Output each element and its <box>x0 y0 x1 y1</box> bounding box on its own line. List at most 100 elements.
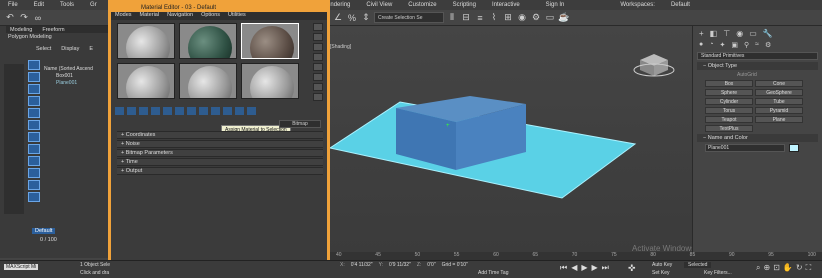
name-color-rollout[interactable]: − Name and Color <box>697 134 818 142</box>
backlight-icon[interactable] <box>313 33 323 41</box>
display-frozen-icon[interactable] <box>28 180 40 190</box>
transform-gizmo-icon[interactable]: + <box>446 123 450 129</box>
display-spacewarps-icon[interactable] <box>28 120 40 130</box>
display-xrefs-icon[interactable] <box>28 144 40 154</box>
systems-icon[interactable]: ⚙ <box>765 41 771 49</box>
display-hidden-icon[interactable] <box>28 192 40 202</box>
scene-display-menu[interactable]: Display <box>61 46 79 52</box>
percent-snap-icon[interactable]: % <box>346 12 358 24</box>
box-button[interactable]: Box <box>705 80 753 87</box>
display-bones-icon[interactable] <box>28 156 40 166</box>
selection-set-dropdown[interactable]: Create Selection Se <box>374 12 444 23</box>
material-slot[interactable] <box>179 23 237 59</box>
scene-edit-menu[interactable]: E <box>89 46 93 52</box>
render-setup-icon[interactable]: ⚙ <box>530 12 542 24</box>
display-containers-icon[interactable] <box>28 168 40 178</box>
map-type-button[interactable]: Bitmap <box>279 120 321 128</box>
display-shapes-icon[interactable] <box>28 72 40 82</box>
motion-tab-icon[interactable]: ◉ <box>736 29 743 38</box>
modify-tab-icon[interactable]: ◧ <box>710 29 718 38</box>
undo-icon[interactable]: ↶ <box>4 12 16 24</box>
perspective-viewport[interactable]: + <box>328 26 692 252</box>
go-to-start-icon[interactable]: ⏮ <box>560 263 567 273</box>
rollout-output[interactable]: + Output <box>117 167 323 175</box>
viewcube-icon[interactable] <box>633 54 675 77</box>
rollout-coordinates[interactable]: + Coordinates <box>117 131 323 139</box>
display-tab-icon[interactable]: ▭ <box>749 29 757 38</box>
object-type-rollout[interactable]: − Object Type <box>697 62 818 70</box>
go-forward-sibling-icon[interactable] <box>247 107 256 115</box>
show-shaded-icon[interactable] <box>211 107 220 115</box>
coord-z[interactable]: 0'0" <box>427 262 435 268</box>
rollout-noise[interactable]: + Noise <box>117 140 323 148</box>
render-icon[interactable]: ☕ <box>558 12 570 24</box>
list-item-box001[interactable]: Box001 <box>56 73 73 79</box>
menu-navigation[interactable]: Navigation <box>167 12 193 20</box>
key-mode-icon[interactable]: ✜ <box>628 263 636 274</box>
menu-edit[interactable]: Edit <box>26 2 52 8</box>
spinner-snap-icon[interactable]: ⇕ <box>360 12 372 24</box>
material-slot[interactable] <box>117 23 175 59</box>
frame-counter[interactable]: 0 / 100 <box>40 237 57 243</box>
options-icon[interactable] <box>313 83 323 91</box>
cylinder-button[interactable]: Cylinder <box>705 98 753 105</box>
zoom-icon[interactable]: ⌕ <box>756 263 760 273</box>
display-lights-icon[interactable] <box>28 84 40 94</box>
assign-material-icon[interactable] <box>139 107 148 115</box>
torus-button[interactable]: Torus <box>705 107 753 114</box>
scene-select-menu[interactable]: Select <box>36 46 51 52</box>
tube-button[interactable]: Tube <box>755 98 803 105</box>
uv-tiling-icon[interactable] <box>313 53 323 61</box>
material-slot[interactable] <box>179 63 237 99</box>
maxscript-listener[interactable]: MAXScript Mi <box>4 264 39 270</box>
select-by-material-icon[interactable] <box>313 93 323 101</box>
tab-modeling[interactable]: Modeling <box>10 27 32 33</box>
timeline-ruler[interactable]: 40 45 50 55 60 65 70 75 80 85 90 95 100 <box>330 252 822 260</box>
background-icon[interactable] <box>313 43 323 51</box>
material-slot[interactable] <box>117 63 175 99</box>
geometry-icon[interactable]: ● <box>699 41 703 49</box>
get-material-icon[interactable] <box>115 107 124 115</box>
coord-y[interactable]: 0'9 11/32" <box>389 262 411 268</box>
show-end-result-icon[interactable] <box>223 107 232 115</box>
go-to-parent-icon[interactable] <box>235 107 244 115</box>
sign-in-button[interactable]: Sign In <box>538 2 573 8</box>
play-icon[interactable]: ▶ <box>581 263 587 273</box>
display-groups-icon[interactable] <box>28 132 40 142</box>
menu-file[interactable]: File <box>0 2 26 8</box>
material-id-icon[interactable] <box>199 107 208 115</box>
display-geometry-icon[interactable] <box>28 60 40 70</box>
next-frame-icon[interactable]: ▶ <box>592 263 598 273</box>
maximize-viewport-icon[interactable]: ⛶ <box>806 263 812 273</box>
auto-key-button[interactable]: Auto Key <box>652 262 672 268</box>
pyramid-button[interactable]: Pyramid <box>755 107 803 114</box>
create-tab-icon[interactable]: + <box>699 29 704 38</box>
zoom-extents-icon[interactable]: ⊡ <box>773 263 780 273</box>
material-slot[interactable] <box>241 63 299 99</box>
menu-utilities[interactable]: Utilities <box>228 12 246 20</box>
rollout-bitmap-parameters[interactable]: + Bitmap Parameters <box>117 149 323 157</box>
shapes-icon[interactable]: ◔ <box>709 41 713 49</box>
reset-map-icon[interactable] <box>151 107 160 115</box>
spacewarps-icon[interactable]: ≈ <box>755 41 759 49</box>
menu-customize[interactable]: Customize <box>400 2 444 8</box>
object-color-swatch[interactable] <box>789 144 799 152</box>
cameras-icon[interactable]: ▣ <box>731 41 738 49</box>
make-preview-icon[interactable] <box>313 73 323 81</box>
put-to-scene-icon[interactable] <box>127 107 136 115</box>
angle-snap-icon[interactable]: ∠ <box>332 12 344 24</box>
name-column-header[interactable]: Name (Sorted Ascend <box>44 66 93 72</box>
textplus-button[interactable]: TextPlus <box>705 125 753 132</box>
key-filters-button[interactable]: Key Filters... <box>704 270 732 276</box>
menu-options[interactable]: Options <box>201 12 220 20</box>
mirror-icon[interactable]: ⫴ <box>446 12 458 24</box>
menu-material[interactable]: Material <box>140 12 160 20</box>
material-editor-title[interactable]: Material Editor - 03 - Default <box>111 3 327 12</box>
menu-scripting[interactable]: Scripting <box>445 2 484 8</box>
workspaces-dropdown[interactable]: Default <box>663 2 698 8</box>
orbit-icon[interactable]: ↻ <box>796 263 803 273</box>
video-color-check-icon[interactable] <box>313 63 323 71</box>
zoom-all-icon[interactable]: ⊕ <box>763 263 770 273</box>
geosphere-button[interactable]: GeoSphere <box>755 89 803 96</box>
menu-interactive[interactable]: Interactive <box>484 2 528 8</box>
